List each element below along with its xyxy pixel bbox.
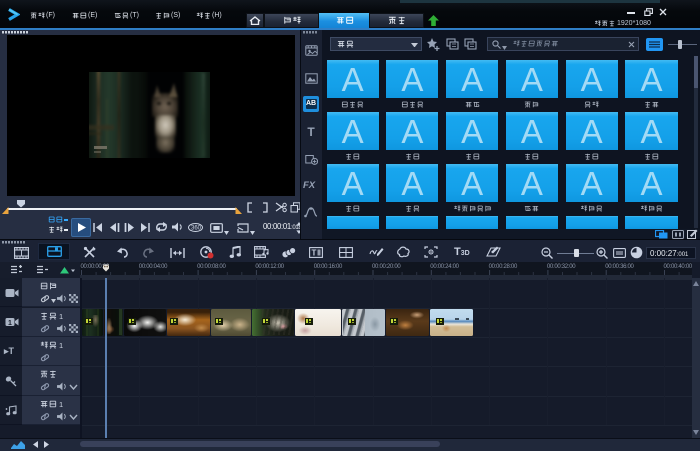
svg-text:1: 1 <box>8 320 12 327</box>
svg-text:360: 360 <box>191 226 202 232</box>
svg-text:T: T <box>312 249 317 258</box>
